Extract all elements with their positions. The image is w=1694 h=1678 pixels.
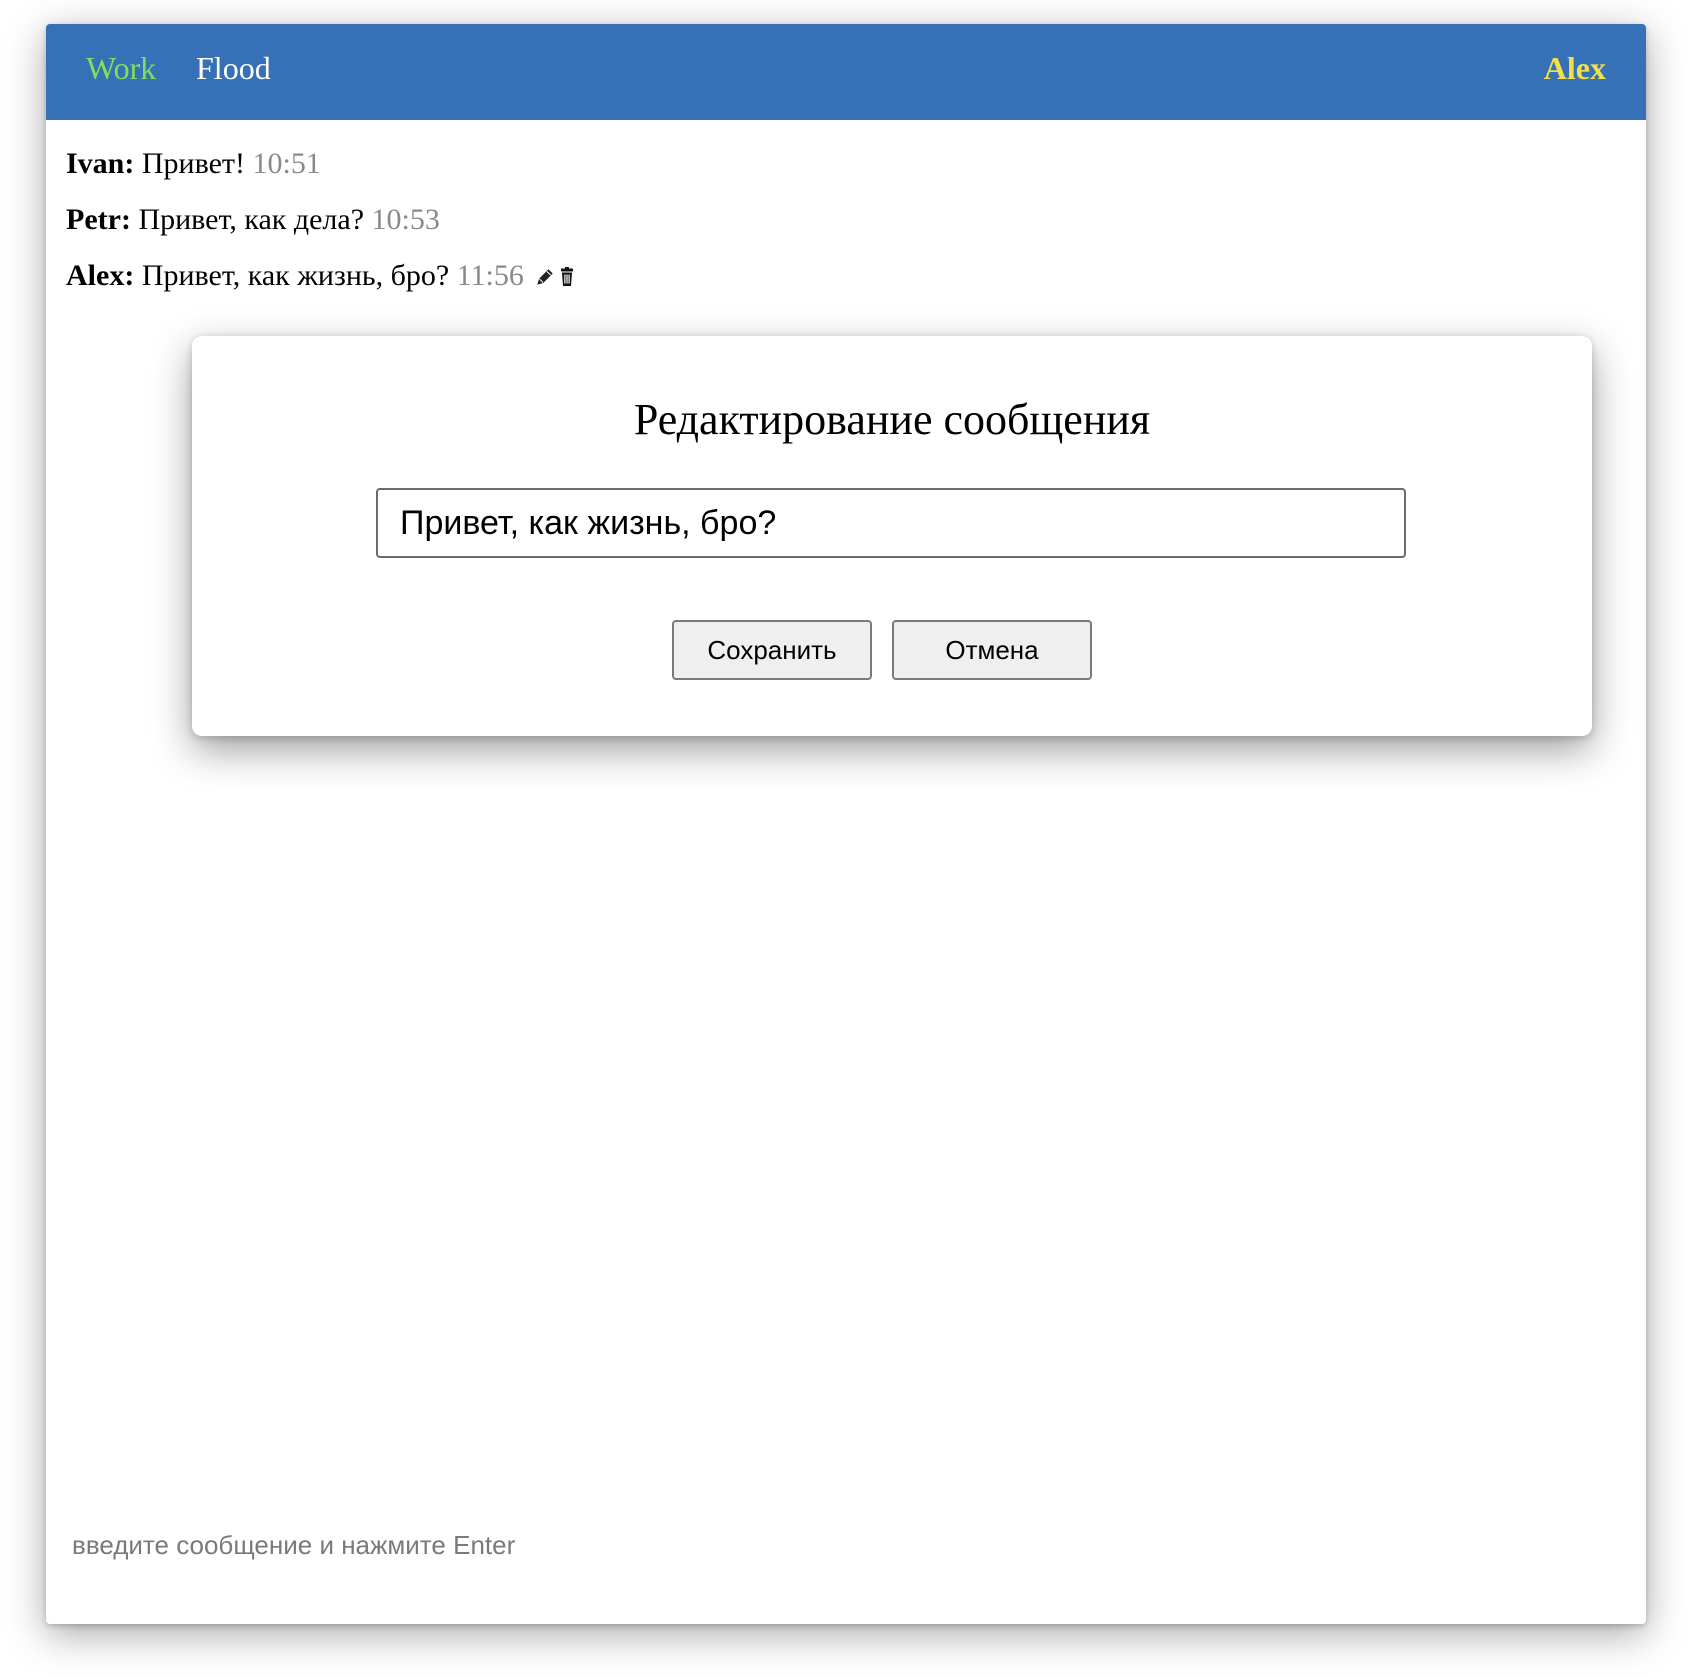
channel-tab-flood[interactable]: Flood	[196, 48, 271, 88]
message-item: Petr: Привет, как дела? 10:53	[66, 198, 1626, 254]
top-bar: Work Flood Alex	[46, 24, 1646, 120]
current-username: Alex	[1543, 50, 1606, 86]
save-button[interactable]: Сохранить	[672, 620, 872, 680]
message-author: Alex:	[66, 259, 135, 292]
trash-icon[interactable]	[559, 256, 575, 300]
message-item: Alex: Привет, как жизнь, бро? 11:56	[66, 254, 1626, 310]
message-text: Привет!	[141, 147, 245, 180]
message-list: Ivan: Привет! 10:51 Petr: Привет, как де…	[66, 142, 1626, 310]
chat-window: Work Flood Alex Ivan: Привет! 10:51 Petr…	[46, 24, 1646, 1624]
edit-message-input[interactable]	[376, 488, 1406, 558]
message-time: 11:56	[456, 259, 524, 292]
message-time: 10:53	[371, 203, 440, 236]
message-text: Привет, как дела?	[138, 203, 365, 236]
message-author: Petr:	[66, 203, 131, 236]
message-item: Ivan: Привет! 10:51	[66, 142, 1626, 198]
dialog-title: Редактирование сообщения	[633, 395, 1151, 444]
message-text: Привет, как жизнь, бро?	[141, 259, 450, 292]
pencil-icon[interactable]	[535, 256, 555, 300]
message-composer-input[interactable]	[70, 1522, 874, 1568]
channel-tab-work[interactable]: Work	[86, 48, 156, 88]
cancel-button[interactable]: Отмена	[892, 620, 1092, 680]
edit-message-dialog: Редактирование сообщения Сохранить Отмен…	[192, 336, 1592, 736]
message-author: Ivan:	[66, 147, 135, 180]
message-time: 10:51	[252, 147, 321, 180]
